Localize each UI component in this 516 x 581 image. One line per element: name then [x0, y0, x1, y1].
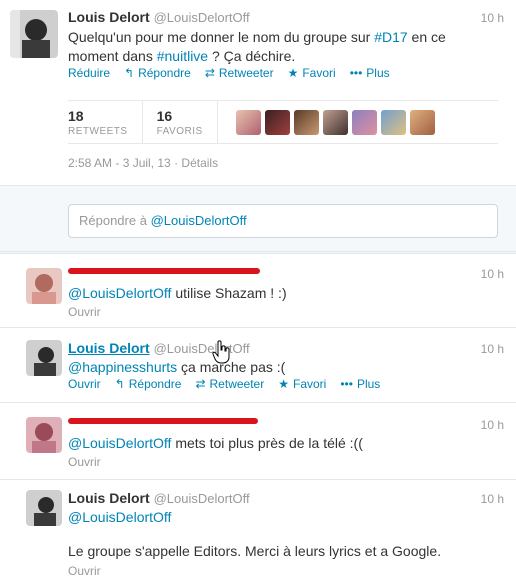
hashtag-link[interactable]: #nuitlive [157, 48, 208, 64]
dots-icon: ••• [340, 377, 353, 391]
tweet-time[interactable]: 10 h [481, 11, 504, 25]
retweets-stat[interactable]: 18 RETWEETS [68, 101, 143, 143]
mention-link[interactable]: @LouisDelortOff [68, 435, 171, 451]
redacted-name [68, 268, 260, 274]
reply-tweet: 10 h @LouisDelortOff utilise Shazam ! :)… [0, 253, 516, 328]
tweet-time[interactable]: 10 h [481, 492, 504, 506]
retweet-icon: ⇄ [195, 377, 206, 391]
user-avatar[interactable] [409, 109, 435, 135]
star-icon: ★ [287, 66, 299, 80]
reply-input[interactable]: Répondre à @LouisDelortOff [68, 204, 498, 238]
tweet-actions: Ouvrir ↰ Répondre ⇄ Retweeter ★ Favori ••• P… [68, 377, 380, 391]
reply-icon: ↰ [124, 66, 135, 80]
reply-button[interactable]: ↰ Répondre [115, 377, 182, 391]
favorite-button[interactable]: ★ Favori [278, 377, 326, 391]
author-avatar[interactable] [26, 490, 62, 526]
tweet-timestamp: 2:58 AM - 3 Juil, 13 · Détails [68, 156, 219, 170]
reply-tweet: Louis Delort @LouisDelortOff 10 h @happi… [0, 328, 516, 403]
user-avatar[interactable] [293, 109, 319, 135]
user-avatar[interactable] [264, 109, 290, 135]
open-link[interactable]: Ouvrir [68, 564, 101, 578]
tweet-time[interactable]: 10 h [481, 267, 504, 281]
user-avatar[interactable] [235, 109, 261, 135]
main-tweet: Louis Delort @LouisDelortOff 10 h Quelqu… [0, 0, 516, 186]
tweet-text: @LouisDelortOff utilise Shazam ! :) [68, 285, 287, 301]
user-avatar[interactable] [351, 109, 377, 135]
more-button[interactable]: ••• Plus [350, 66, 390, 80]
mention-link[interactable]: @LouisDelortOff [68, 509, 171, 525]
reply-button[interactable]: ↰ Répondre [124, 66, 191, 80]
open-link[interactable]: Ouvrir [68, 455, 101, 469]
favorites-stat[interactable]: 16 FAVORIS [157, 101, 218, 143]
tweet-text: @LouisDelortOff [68, 508, 171, 527]
user-avatar[interactable] [26, 268, 62, 304]
author-avatar[interactable] [26, 340, 62, 376]
hashtag-link[interactable]: #D17 [374, 29, 407, 45]
open-link[interactable]: Ouvrir [68, 305, 101, 319]
tweet-text: Le groupe s'appelle Editors. Merci à leu… [68, 543, 442, 559]
retweet-button[interactable]: ⇄ Retweeter [195, 377, 264, 391]
author-name[interactable]: Louis Delort [68, 340, 150, 356]
reply-tweet: 10 h @LouisDelortOff mets toi plus près … [0, 403, 516, 480]
author-name[interactable]: Louis Delort [68, 9, 150, 25]
author-handle[interactable]: @LouisDelortOff [154, 10, 250, 25]
details-link[interactable]: Détails [181, 156, 218, 170]
user-avatar[interactable] [26, 417, 62, 453]
star-icon: ★ [278, 377, 289, 391]
author-handle[interactable]: @LouisDelortOff [154, 341, 250, 356]
tweet-text: @happinesshurts ça marche pas :( [68, 359, 286, 375]
user-avatar[interactable] [380, 109, 406, 135]
author-avatar[interactable] [10, 10, 58, 58]
retweet-button[interactable]: ⇄ Retweeter [205, 66, 274, 80]
reply-icon: ↰ [114, 377, 125, 391]
tweet-text: @LouisDelortOff mets toi plus près de la… [68, 435, 363, 451]
author-handle[interactable]: @LouisDelortOff [154, 491, 250, 506]
collapse-button[interactable]: Réduire [68, 66, 110, 80]
mention-link[interactable]: @LouisDelortOff [68, 285, 171, 301]
author-name[interactable]: Louis Delort [68, 490, 150, 506]
tweet-time[interactable]: 10 h [481, 342, 504, 356]
user-avatar[interactable] [322, 109, 348, 135]
favoriter-avatars [232, 109, 435, 135]
dots-icon: ••• [349, 66, 363, 80]
tweet-stats: 18 RETWEETS 16 FAVORIS [68, 100, 498, 144]
favorite-button[interactable]: ★ Favori [288, 66, 336, 80]
redacted-name [68, 418, 258, 424]
tweet-time[interactable]: 10 h [481, 418, 504, 432]
more-button[interactable]: ••• Plus [340, 377, 380, 391]
retweet-icon: ⇄ [204, 66, 215, 80]
reply-tweet: Louis Delort @LouisDelortOff 10 h @Louis… [0, 480, 516, 581]
tweet-text: Quelqu'un pour me donner le nom du group… [68, 29, 446, 64]
tweet-actions: Réduire ↰ Répondre ⇄ Retweeter ★ Favori •••… [68, 66, 390, 80]
mention-link[interactable]: @happinesshurts [68, 359, 177, 375]
open-link[interactable]: Ouvrir [68, 377, 101, 391]
